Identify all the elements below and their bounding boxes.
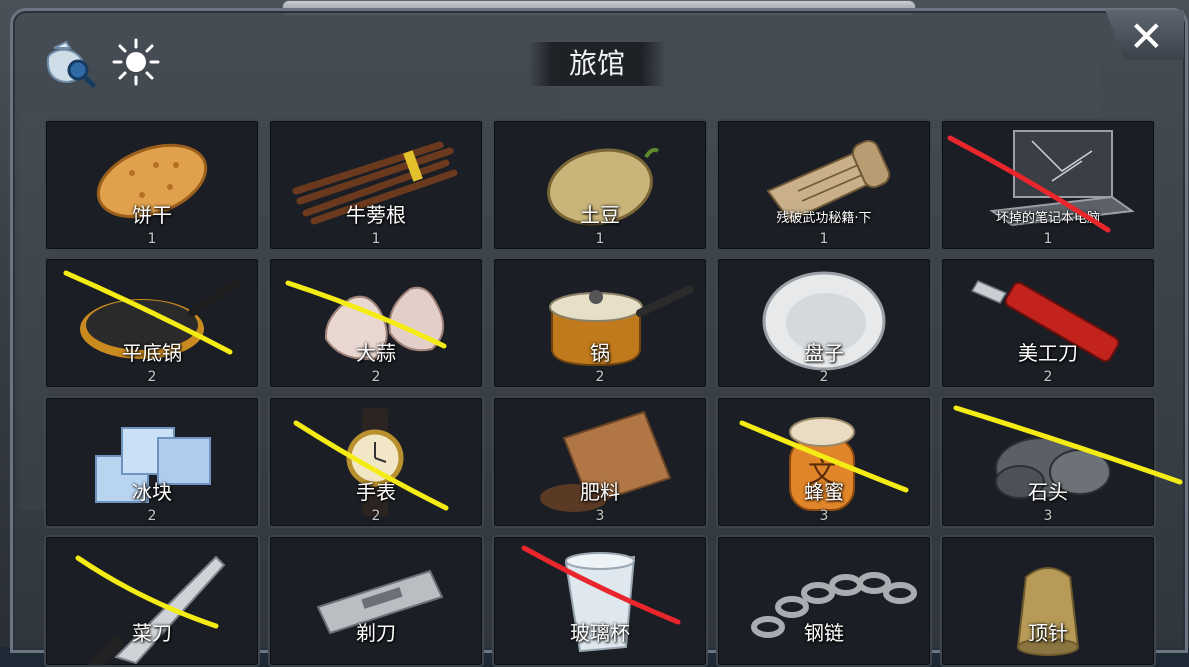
bag-magnifier-icon[interactable]	[40, 36, 96, 88]
item-slot[interactable]: 锅2	[492, 257, 708, 389]
stones-icon	[995, 437, 1111, 499]
plate-icon	[762, 271, 886, 371]
item-name: 菜刀	[132, 621, 172, 645]
biscuit-icon	[96, 143, 208, 219]
watch-icon	[346, 408, 404, 516]
item-slot[interactable]: ⽂蜂蜜 3	[716, 396, 932, 528]
title-banner: 旅馆	[528, 42, 666, 86]
item-name: 锅	[590, 341, 610, 365]
item-slot[interactable]: 坏掉的笔记本电脑 1	[940, 119, 1156, 251]
page-title: 旅馆	[568, 47, 625, 80]
item-name: 蜂蜜	[804, 480, 844, 504]
item-quantity: 1	[1043, 231, 1053, 247]
fertilizer-bag-icon	[540, 410, 672, 512]
item-slot[interactable]: 钢链	[716, 535, 932, 667]
item-name: 盘子	[804, 341, 844, 365]
item-name: 残破武功秘籍·下	[776, 211, 872, 226]
item-quantity: 2	[819, 369, 829, 385]
item-slot[interactable]: 饼干 1	[44, 119, 260, 251]
scroll-icon	[766, 139, 891, 223]
item-quantity: 3	[1043, 508, 1053, 524]
item-slot[interactable]: 手表 2	[268, 396, 484, 528]
item-quantity: 2	[371, 508, 381, 524]
item-slot[interactable]: 美工刀 2	[940, 257, 1156, 389]
item-slot[interactable]: 盘子 2	[716, 257, 932, 389]
item-slot[interactable]: 石头 3	[940, 396, 1156, 528]
item-slot[interactable]: 菜刀	[44, 535, 260, 667]
item-name: 土豆	[580, 203, 620, 227]
item-slot[interactable]: 平底锅 2	[44, 257, 260, 389]
pot-icon	[549, 285, 694, 367]
item-quantity: 3	[819, 508, 829, 524]
item-name: 钢链	[804, 621, 844, 645]
item-name: 饼干	[132, 203, 172, 227]
garlic-icon	[324, 286, 444, 361]
potato-icon	[547, 147, 660, 226]
item-name: 玻璃杯	[570, 621, 630, 645]
item-quantity: 3	[595, 508, 605, 524]
broken-laptop-icon	[989, 130, 1135, 227]
item-slot[interactable]: 顶针	[940, 535, 1156, 667]
item-name: 牛蒡根	[346, 203, 406, 227]
item-quantity: 1	[819, 231, 829, 247]
item-quantity: 2	[371, 369, 381, 385]
burdock-root-icon	[292, 141, 458, 225]
close-icon: ✕	[1128, 12, 1164, 61]
item-quantity: 2	[147, 369, 157, 385]
item-name: 手表	[356, 480, 396, 504]
item-quantity: 2	[1043, 369, 1053, 385]
item-slot[interactable]: 肥料 3	[492, 396, 708, 528]
utility-knife-icon	[970, 280, 1120, 363]
item-quantity: 2	[595, 369, 605, 385]
frying-pan-icon	[80, 279, 240, 359]
item-quantity: 1	[371, 231, 381, 247]
item-name: 石头	[1028, 480, 1068, 504]
item-slot[interactable]: 残破武功秘籍·下 1	[716, 119, 932, 251]
item-slot[interactable]: 玻璃杯	[492, 535, 708, 667]
item-quantity: 2	[147, 508, 157, 524]
item-name: 平底锅	[122, 341, 182, 365]
item-slot[interactable]: 剃刀	[268, 535, 484, 667]
honey-jar-icon: ⽂	[789, 417, 855, 511]
item-name: 肥料	[580, 480, 620, 504]
item-name: 大蒜	[356, 341, 396, 365]
item-name: 坏掉的笔记本电脑	[995, 211, 1100, 226]
item-name: 顶针	[1028, 621, 1068, 645]
item-slot[interactable]: 土豆 1	[492, 119, 708, 251]
ice-cubes-icon	[95, 427, 211, 503]
item-quantity: 1	[595, 231, 605, 247]
item-slot[interactable]: 大蒜 2	[268, 257, 484, 389]
item-quantity: 1	[147, 231, 157, 247]
item-name: 剃刀	[356, 621, 396, 645]
item-slot[interactable]: 冰块 2	[44, 396, 260, 528]
sun-icon[interactable]	[110, 38, 162, 86]
item-slot[interactable]: 牛蒡根 1	[268, 119, 484, 251]
item-name: 冰块	[132, 480, 172, 504]
item-name: 美工刀	[1018, 341, 1078, 365]
